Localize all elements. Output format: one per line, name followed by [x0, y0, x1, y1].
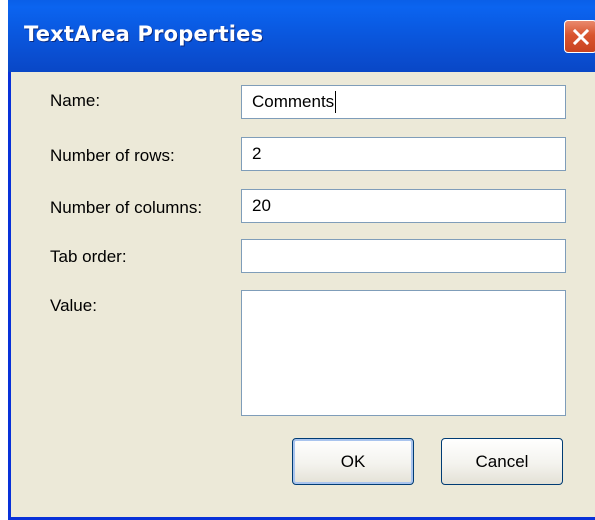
- value-textarea[interactable]: [241, 290, 566, 416]
- columns-label: Number of columns:: [50, 198, 203, 217]
- close-button[interactable]: [564, 20, 595, 53]
- name-input-value: Comments: [252, 92, 335, 111]
- rows-label: Number of rows:: [50, 146, 175, 165]
- value-label: Value:: [50, 296, 97, 315]
- name-label: Name:: [50, 91, 101, 110]
- rows-input[interactable]: 2: [241, 137, 566, 171]
- window-title: TextArea Properties: [24, 22, 264, 46]
- tab-order-label: Tab order:: [50, 247, 127, 266]
- columns-input[interactable]: 20: [241, 189, 566, 223]
- cancel-button[interactable]: Cancel: [441, 438, 563, 485]
- title-bar[interactable]: TextArea Properties: [8, 0, 595, 72]
- ok-button[interactable]: OK: [292, 438, 414, 485]
- close-icon: [572, 28, 589, 45]
- tab-order-input[interactable]: [241, 239, 566, 273]
- rows-input-value: 2: [252, 144, 262, 163]
- columns-input-value: 20: [252, 196, 271, 215]
- name-input[interactable]: Comments: [241, 85, 566, 119]
- text-cursor: [335, 91, 337, 113]
